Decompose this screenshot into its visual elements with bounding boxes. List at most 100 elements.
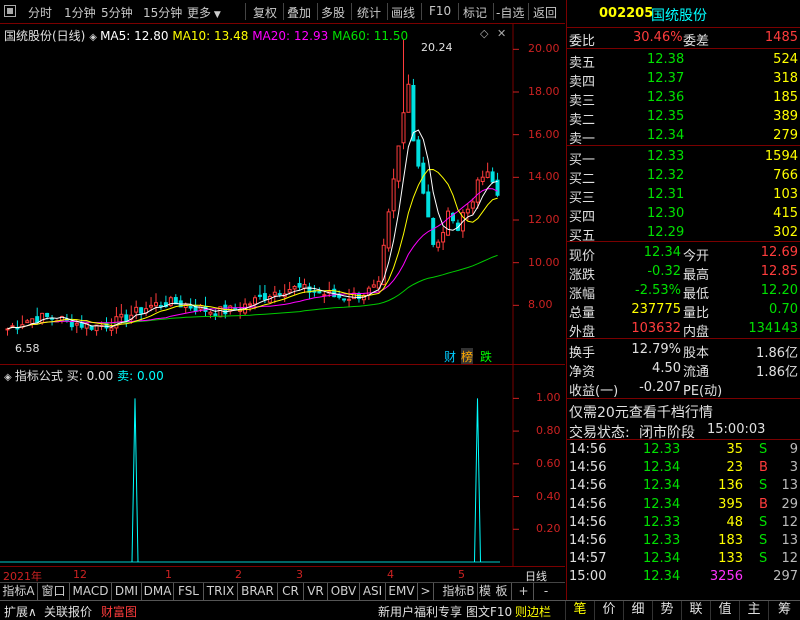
multi-stock-button[interactable]: 多股: [321, 4, 345, 21]
quick-trend-button[interactable]: 势: [652, 601, 681, 620]
tab-dmi[interactable]: DMI: [112, 583, 142, 601]
kline-chart[interactable]: 国统股份(日线) ◈ MA5: 12.80 MA10: 13.48 MA20: …: [0, 24, 565, 365]
tab-cr[interactable]: CR: [278, 583, 304, 601]
stat-label: 现价: [569, 249, 596, 264]
close-icon[interactable]: ✕: [497, 27, 506, 40]
tab-brar[interactable]: BRAR: [238, 583, 278, 601]
mark-button[interactable]: 标记: [463, 4, 487, 21]
tab-template-2[interactable]: 板: [492, 583, 512, 601]
indicator-chart[interactable]: ◈ 指标公式 买: 0.00 卖: 0.00 1.00 0.80 0.60 0.40 0…: [0, 364, 565, 567]
axis-month-5: 5: [458, 568, 465, 581]
quick-detail-button[interactable]: 细: [623, 601, 652, 620]
tab-15min[interactable]: 15分钟: [143, 4, 182, 21]
badge-finance[interactable]: 财: [444, 348, 456, 365]
ask-row: 卖一 12.34 279: [567, 127, 800, 147]
candle-body: [401, 112, 406, 144]
tick-price: 12.33: [643, 533, 681, 548]
tab-vr[interactable]: VR: [304, 583, 328, 601]
tick-count: 13: [781, 533, 798, 548]
fund-value: 12.79%: [631, 342, 681, 357]
diamond-icon[interactable]: ◇: [480, 27, 488, 40]
f10-button[interactable]: F10: [429, 4, 451, 18]
indicator-y-tick-label: 0.40: [536, 489, 561, 503]
f10-graphic-button[interactable]: 图文F10: [466, 603, 512, 620]
bid-volume: 766: [773, 168, 798, 183]
bid-volume: 415: [773, 206, 798, 221]
quick-link-button[interactable]: 联: [681, 601, 710, 620]
tick-side: B: [759, 496, 768, 512]
stat-row: 外盘 103632 内盘 134143: [567, 320, 800, 340]
tab-window[interactable]: 窗口: [38, 583, 70, 601]
axis-month-12: 12: [73, 568, 87, 581]
candle-body: [188, 305, 193, 309]
quick-price-button[interactable]: 价: [594, 601, 623, 620]
fund-label: 换手: [569, 346, 596, 361]
ma20-line: [7, 188, 498, 330]
tab-asi[interactable]: ASI: [360, 583, 386, 601]
ask-price: 12.34: [647, 128, 685, 143]
adjust-button[interactable]: 复权: [253, 4, 277, 21]
tick-volume: 23: [726, 460, 743, 476]
window-icon[interactable]: [4, 5, 16, 17]
expand-button[interactable]: 扩展∧: [4, 603, 37, 620]
tab-5min[interactable]: 5分钟: [101, 4, 133, 21]
bid-price: 12.30: [647, 206, 685, 221]
tab-trix[interactable]: TRIX: [204, 583, 238, 601]
candle-body: [391, 178, 396, 212]
tab-macd[interactable]: MACD: [70, 583, 112, 601]
ask-label: 卖四: [569, 75, 596, 90]
sidebar-button[interactable]: 则边栏: [515, 603, 551, 620]
tab-scroll-right[interactable]: >: [418, 583, 434, 601]
stat-row: 涨跌 -0.32 最高 12.85: [567, 263, 800, 283]
tab-template-1[interactable]: 模: [478, 583, 492, 601]
tab-indicator-b[interactable]: 指标B: [440, 583, 478, 601]
ask-price: 12.37: [647, 71, 685, 86]
fund-value: 4.50: [652, 361, 681, 376]
candle-body: [10, 325, 15, 328]
tab-indicator-a[interactable]: 指标A: [0, 583, 38, 601]
stat-value-2: 0.70: [769, 302, 798, 317]
candle-body: [272, 291, 277, 296]
overlay-button[interactable]: 叠加: [287, 4, 311, 21]
tick-price: 12.34: [643, 496, 681, 512]
tab-more[interactable]: 更多 ▼: [187, 4, 221, 21]
tab-dma[interactable]: DMA: [142, 583, 174, 601]
tab-intraday[interactable]: 分时: [28, 4, 52, 21]
tab-1min[interactable]: 1分钟: [64, 4, 96, 21]
tab-fsl[interactable]: FSL: [174, 583, 204, 601]
bid-volume: 103: [773, 187, 798, 202]
candle-body: [257, 294, 262, 297]
candle-body: [213, 313, 218, 317]
fundamental-row: 净资 4.50 流通 1.86亿: [567, 360, 800, 380]
badge-rank[interactable]: 榜: [461, 348, 474, 365]
draw-line-button[interactable]: 画线: [391, 4, 415, 21]
back-button[interactable]: 返回: [533, 4, 557, 21]
related-quotes-button[interactable]: 关联报价: [44, 603, 92, 620]
candle-body: [490, 171, 495, 183]
indicator-menu-icon[interactable]: ◈: [4, 372, 15, 383]
zoom-out-button[interactable]: -: [536, 583, 556, 601]
tab-emv[interactable]: EMV: [386, 583, 418, 601]
wealth-chart-button[interactable]: 财富图: [101, 603, 137, 620]
candle-body: [406, 83, 411, 113]
candle-body: [470, 201, 475, 209]
tab-obv[interactable]: OBV: [328, 583, 360, 601]
promo-row[interactable]: 仅需20元查看千档行情: [567, 401, 800, 422]
quick-value-button[interactable]: 值: [710, 601, 739, 620]
new-user-benefit-link[interactable]: 新用户福利专享: [378, 603, 462, 620]
quick-chips-button[interactable]: 筹: [768, 601, 800, 620]
quick-tick-button[interactable]: 笔: [565, 601, 594, 620]
candle-body: [253, 297, 257, 305]
add-watchlist-button[interactable]: -自选: [496, 4, 524, 21]
zoom-in-button[interactable]: +: [514, 583, 534, 601]
statistics-button[interactable]: 统计: [357, 4, 381, 21]
candle-body: [119, 313, 124, 318]
badge-fall[interactable]: 跌: [480, 348, 492, 365]
candle-body: [495, 179, 500, 196]
settings-icon[interactable]: ◈: [89, 32, 100, 43]
axis-month-2: 2: [235, 568, 242, 581]
candle-body: [475, 179, 480, 203]
candle-body: [386, 211, 391, 249]
promo-text[interactable]: 仅需20元查看千档行情: [569, 402, 713, 422]
quick-main-button[interactable]: 主: [739, 601, 768, 620]
